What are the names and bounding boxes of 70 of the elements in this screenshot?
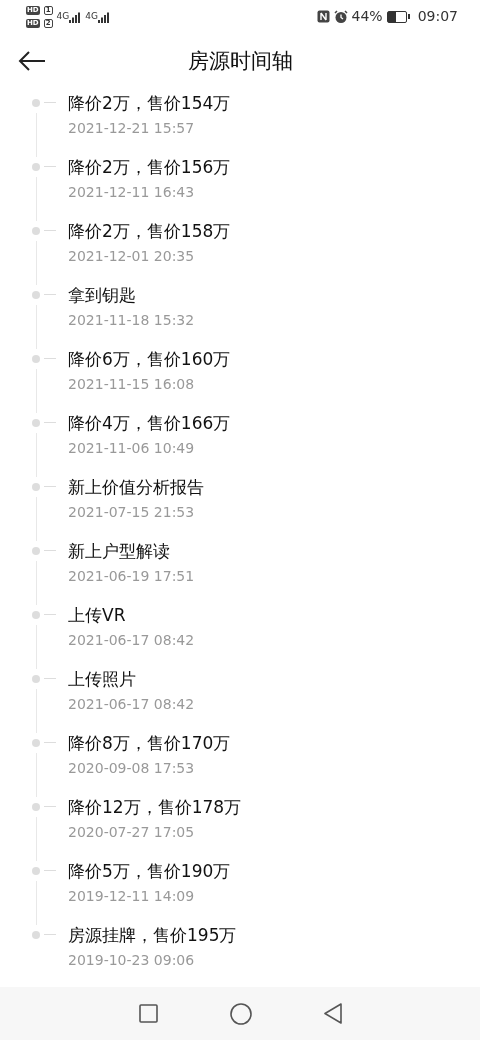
timeline-dot: [32, 483, 40, 491]
timeline-dash: [44, 166, 56, 167]
event-title: 降价2万，售价154万: [68, 92, 232, 114]
event-time: 2021-07-15 21:53: [68, 503, 196, 522]
event-title: 拿到钥匙: [68, 284, 137, 306]
event-time: 2019-10-23 09:06: [68, 951, 196, 970]
event-time: 2021-12-21 15:57: [68, 119, 196, 138]
timeline-dot: [32, 355, 40, 363]
event-time: 2021-11-06 10:49: [68, 439, 196, 458]
event-time: 2021-11-15 16:08: [68, 375, 196, 394]
timeline-dash: [44, 870, 56, 871]
event-title: 降价12万，售价178万: [68, 796, 243, 818]
event-time: 2021-06-17 08:42: [68, 695, 196, 714]
event-title: 上传VR: [68, 604, 127, 626]
timeline-dot: [32, 163, 40, 171]
timeline-dot: [32, 739, 40, 747]
timeline-dot: [32, 547, 40, 555]
battery-icon: [386, 10, 410, 23]
timeline-dash: [44, 934, 56, 935]
timeline-dot: [32, 291, 40, 299]
event-time: 2021-06-17 08:42: [68, 631, 196, 650]
timeline-dash: [44, 614, 56, 615]
event-time: 2021-12-11 16:43: [68, 183, 196, 202]
timeline-dash: [44, 678, 56, 679]
back-arrow-icon[interactable]: [18, 50, 46, 72]
event-title: 降价5万，售价190万: [68, 860, 232, 882]
timeline-dot: [32, 803, 40, 811]
event-title: 降价2万，售价158万: [68, 220, 232, 242]
event-title: 降价4万，售价166万: [68, 412, 232, 434]
event-time: 2020-07-27 17:05: [68, 823, 196, 842]
alarm-icon: [333, 9, 348, 24]
timeline-dash: [44, 358, 56, 359]
back-icon[interactable]: [323, 1003, 342, 1024]
page-title: 房源时间轴: [187, 48, 293, 76]
event-title: 新上户型解读: [68, 540, 171, 562]
timeline-dash: [44, 806, 56, 807]
nfc-icon: [316, 10, 330, 23]
event-title: 房源挂牌，售价195万: [68, 924, 238, 946]
timeline-dot: [32, 867, 40, 875]
event-title: 降价6万，售价160万: [68, 348, 232, 370]
timeline-dash: [44, 294, 56, 295]
event-time: 2020-09-08 17:53: [68, 759, 196, 778]
timeline-dash: [44, 102, 56, 103]
signal-icon: [97, 11, 110, 23]
timeline-dot: [32, 611, 40, 619]
event-time: 2019-12-11 14:09: [68, 887, 196, 906]
signal-icon: [69, 11, 82, 23]
timeline-dash: [44, 550, 56, 551]
timeline-dot: [32, 675, 40, 683]
event-title: 降价8万，售价170万: [68, 732, 232, 754]
event-title: 降价2万，售价156万: [68, 156, 232, 178]
event-title: 新上价值分析报告: [68, 476, 205, 498]
battery-percent: 44%: [351, 7, 383, 26]
event-time: 2021-06-19 17:51: [68, 567, 196, 586]
recents-icon[interactable]: [138, 1004, 158, 1023]
event-time: 2021-11-18 15:32: [68, 311, 196, 330]
timeline-dash: [44, 742, 56, 743]
timeline-dash: [44, 486, 56, 487]
network-label: 4G: [56, 11, 70, 21]
timeline-dot: [32, 931, 40, 939]
network-label: 4G: [85, 11, 98, 21]
event-title: 上传照片: [68, 668, 137, 690]
timeline-dash: [44, 422, 56, 423]
home-icon[interactable]: [229, 1002, 252, 1025]
timeline-dot: [32, 99, 40, 107]
timeline-dot: [32, 419, 40, 427]
timeline-dash: [44, 230, 56, 231]
status-time: 09:07: [417, 7, 458, 26]
timeline-dot: [32, 227, 40, 235]
event-time: 2021-12-01 20:35: [68, 247, 196, 266]
